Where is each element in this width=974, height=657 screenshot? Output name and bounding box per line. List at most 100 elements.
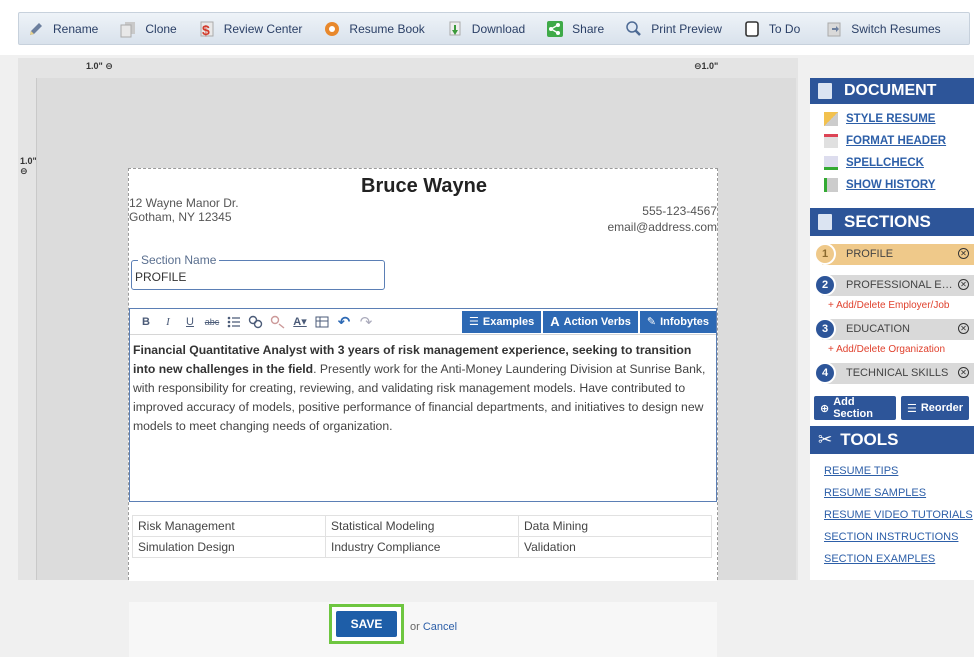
text-color-icon[interactable]: A▾ <box>290 312 310 332</box>
section-name-value: PROFILE <box>135 270 187 284</box>
clone-button[interactable]: Clone <box>111 12 183 45</box>
section-item-professional-experience[interactable]: 2 PROFESSIONAL EXP... ✕ <box>810 272 974 298</box>
email-address: email@address.com <box>607 220 717 234</box>
section-number: 3 <box>814 318 836 340</box>
ruler-left-margin[interactable]: 1.0" ⊖ <box>86 61 113 72</box>
print-preview-icon <box>624 19 644 39</box>
ruler-right-margin[interactable]: ⊖1.0" <box>694 61 718 72</box>
skill-cell[interactable]: Validation <box>518 536 712 558</box>
resume-contact[interactable]: 555-123-4567 email@address.com <box>607 203 717 235</box>
section-item-education[interactable]: 3 EDUCATION ✕ <box>810 316 974 342</box>
add-delete-employer-link[interactable]: + Add/Delete Employer/Job <box>810 298 974 314</box>
resume-document: Bruce Wayne 12 Wayne Manor Dr. Gotham, N… <box>128 168 719 657</box>
address-line-1: 12 Wayne Manor Dr. <box>129 196 239 210</box>
add-delete-organization-link[interactable]: + Add/Delete Organization <box>810 342 974 358</box>
section-instructions-link[interactable]: SECTION INSTRUCTIONS <box>810 526 974 548</box>
share-button[interactable]: Share <box>538 12 611 45</box>
spellcheck-link[interactable]: SPELLCHECK <box>810 152 974 174</box>
phone-number: 555-123-4567 <box>642 204 717 218</box>
resume-address[interactable]: 12 Wayne Manor Dr. Gotham, NY 12345 <box>129 196 239 224</box>
resume-book-label: Resume Book <box>349 21 425 36</box>
switch-resumes-button[interactable]: Switch Resumes <box>817 12 947 45</box>
remove-section-icon[interactable]: ✕ <box>958 367 969 378</box>
save-row: SAVE or Cancel <box>129 602 717 657</box>
skill-cell[interactable]: Simulation Design <box>132 536 326 558</box>
todo-button[interactable]: To Do <box>735 12 807 45</box>
pencil-icon <box>26 19 46 39</box>
section-actions: ⊕ Add Section ☰ Reorder <box>810 386 974 426</box>
reorder-icon: ☰ <box>906 402 917 415</box>
italic-icon[interactable]: I <box>158 312 178 332</box>
ruler-top-margin[interactable]: 1.0" ⊖ <box>20 156 37 177</box>
clone-label: Clone <box>145 21 177 36</box>
todo-icon <box>742 19 762 39</box>
examples-icon: ☰ <box>468 316 479 328</box>
ruler-top-margin-value: 1.0" <box>20 156 37 166</box>
section-item-profile[interactable]: 1 PROFILE ✕ <box>810 241 974 267</box>
print-preview-label: Print Preview <box>651 21 722 36</box>
top-ruler: 1.0" ⊖ ⊖1.0" <box>18 58 798 76</box>
reorder-button[interactable]: ☰ Reorder <box>900 396 969 420</box>
style-resume-icon <box>824 112 838 126</box>
tool-links: RESUME TIPS RESUME SAMPLES RESUME VIDEO … <box>810 454 974 570</box>
show-history-link[interactable]: SHOW HISTORY <box>810 174 974 196</box>
remove-section-icon[interactable]: ✕ <box>958 248 969 259</box>
section-examples-link[interactable]: SECTION EXAMPLES <box>810 548 974 570</box>
section-label: PROFILE <box>846 248 894 260</box>
show-history-icon <box>824 178 838 192</box>
add-section-button[interactable]: ⊕ Add Section <box>814 396 896 420</box>
tools-icon: ✂ <box>818 430 833 449</box>
skills-table[interactable]: Risk Management Statistical Modeling Dat… <box>132 515 712 558</box>
skill-cell[interactable]: Statistical Modeling <box>325 515 519 537</box>
format-header-link[interactable]: FORMAT HEADER <box>810 130 974 152</box>
cancel-link[interactable]: Cancel <box>423 621 457 633</box>
ruler-left-margin-value: 1.0" <box>86 61 103 71</box>
summary-text[interactable]: Financial Quantitative Analyst with 3 ye… <box>130 335 716 436</box>
link-icon[interactable] <box>246 312 266 332</box>
examples-button[interactable]: ☰ Examples <box>461 310 542 333</box>
section-label: TECHNICAL SKILLS <box>846 367 949 379</box>
skill-cell[interactable]: Data Mining <box>518 515 712 537</box>
undo-icon[interactable]: ↶ <box>334 312 354 332</box>
infobytes-label: Infobytes <box>660 315 709 328</box>
strikethrough-icon[interactable]: abc <box>202 312 222 332</box>
skill-cell[interactable]: Industry Compliance <box>325 536 519 558</box>
section-item-technical-skills[interactable]: 4 TECHNICAL SKILLS ✕ <box>810 360 974 386</box>
format-header-icon <box>824 134 838 148</box>
rich-text-editor[interactable]: B I U abc A▾ ↶ ↷ ☰ Examples A Action Ver… <box>129 308 717 502</box>
section-number: 1 <box>814 243 836 265</box>
save-button[interactable]: SAVE <box>336 611 397 637</box>
table-row: Risk Management Statistical Modeling Dat… <box>132 515 712 537</box>
sections-icon <box>818 214 832 230</box>
document-header: DOCUMENT <box>810 78 974 104</box>
bold-icon[interactable]: B <box>136 312 156 332</box>
resume-book-button[interactable]: Resume Book <box>315 12 431 45</box>
save-button-highlight: SAVE <box>329 604 404 644</box>
style-resume-label: STYLE RESUME <box>846 113 936 125</box>
unlink-icon[interactable] <box>268 312 288 332</box>
remove-section-icon[interactable]: ✕ <box>958 279 969 290</box>
rename-button[interactable]: Rename <box>19 12 105 45</box>
skill-cell[interactable]: Risk Management <box>132 515 326 537</box>
style-resume-link[interactable]: STYLE RESUME <box>810 108 974 130</box>
sections-title: SECTIONS <box>844 212 931 231</box>
infobytes-button[interactable]: ✎ Infobytes <box>639 310 716 333</box>
remove-section-icon[interactable]: ✕ <box>958 323 969 334</box>
section-name-field[interactable]: Section Name PROFILE <box>131 253 385 290</box>
section-editor: Section Name PROFILE B I U abc A▾ ↶ ↷ ☰ … <box>129 245 717 657</box>
resume-video-tutorials-link[interactable]: RESUME VIDEO TUTORIALS <box>810 504 974 526</box>
review-center-button[interactable]: $ Review Center <box>190 12 310 45</box>
table-icon[interactable] <box>312 312 332 332</box>
bullet-list-icon[interactable] <box>224 312 244 332</box>
section-number: 2 <box>814 274 836 296</box>
resume-samples-link[interactable]: RESUME SAMPLES <box>810 482 974 504</box>
toolbar-strip: Rename Clone $ Review Center Resume Book… <box>18 12 970 45</box>
redo-icon[interactable]: ↷ <box>356 312 376 332</box>
resume-name[interactable]: Bruce Wayne <box>129 175 719 198</box>
download-button[interactable]: Download <box>438 12 532 45</box>
action-verbs-button[interactable]: A Action Verbs <box>543 310 638 333</box>
resume-tips-link[interactable]: RESUME TIPS <box>810 460 974 482</box>
underline-icon[interactable]: U <box>180 312 200 332</box>
review-center-icon: $ <box>197 19 217 39</box>
print-preview-button[interactable]: Print Preview <box>617 12 729 45</box>
